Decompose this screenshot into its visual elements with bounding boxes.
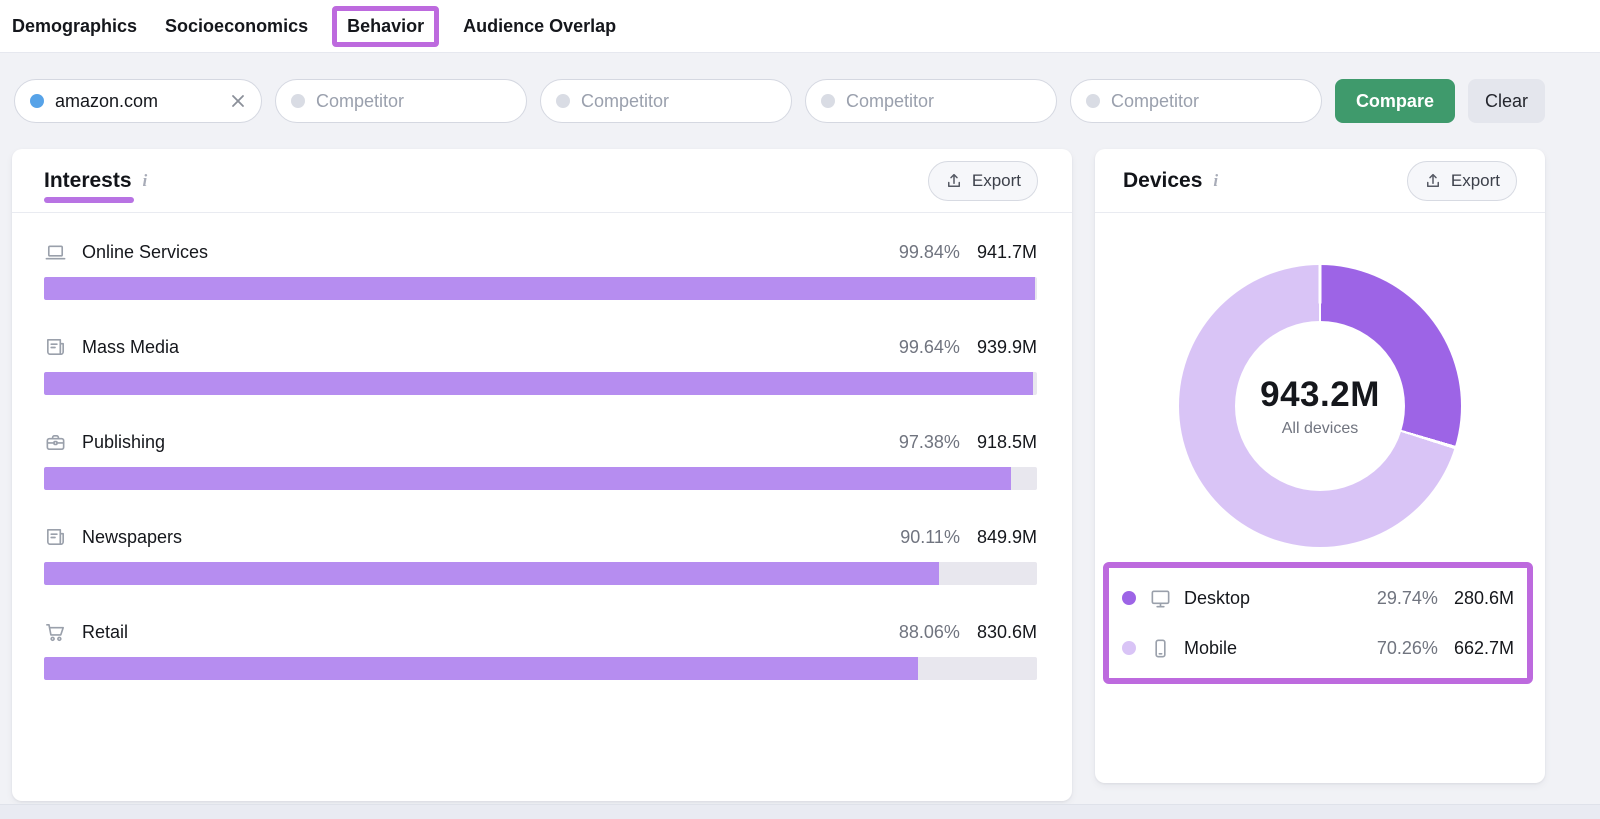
legend-percent: 70.26%: [1377, 638, 1438, 659]
devices-legend-annotation-box: Desktop 29.74% 280.6M Mobile 70.26% 662.…: [1103, 562, 1533, 684]
devices-card: Devices i Export 943.2M All devices Desk…: [1095, 149, 1545, 783]
tab-demographics[interactable]: Demographics: [12, 16, 137, 37]
interest-percent: 97.38%: [899, 432, 960, 453]
desktop-icon: [1149, 587, 1172, 610]
competitor-field[interactable]: [1111, 91, 1306, 112]
devices-total: 943.2M: [1260, 375, 1380, 415]
interest-percent: 99.64%: [899, 337, 960, 358]
competitor-field[interactable]: [316, 91, 511, 112]
interest-label: Retail: [82, 622, 899, 643]
competitor-dot: [1086, 94, 1100, 108]
interest-bar-track: [44, 562, 1037, 585]
legend-row-desktop[interactable]: Desktop 29.74% 280.6M: [1122, 573, 1514, 623]
export-icon: [945, 172, 963, 190]
competitor-dot: [291, 94, 305, 108]
clear-button[interactable]: Clear: [1468, 79, 1545, 123]
filter-bar: amazon.com Compare Clear: [0, 53, 1600, 123]
remove-domain-icon[interactable]: [230, 93, 246, 109]
interest-percent: 88.06%: [899, 622, 960, 643]
cart-icon: [44, 621, 67, 644]
legend-value: 280.6M: [1454, 588, 1514, 609]
info-icon[interactable]: i: [143, 171, 148, 191]
page-bottom-strip: [0, 804, 1600, 819]
interest-row[interactable]: Mass Media 99.64% 939.9M: [44, 336, 1037, 395]
newspaper-icon: [44, 336, 67, 359]
export-button[interactable]: Export: [928, 161, 1038, 201]
competitor-dot: [556, 94, 570, 108]
legend-label: Desktop: [1184, 588, 1377, 609]
laptop-icon: [44, 241, 67, 264]
interest-bar-fill: [44, 467, 1011, 490]
interest-bar-fill: [44, 277, 1035, 300]
interest-bar-track: [44, 277, 1037, 300]
annotation-underline: [44, 197, 134, 203]
legend-label: Mobile: [1184, 638, 1377, 659]
interests-title: Interests: [44, 169, 132, 192]
competitor-dot: [821, 94, 835, 108]
compare-button[interactable]: Compare: [1335, 79, 1455, 123]
interest-row[interactable]: Newspapers 90.11% 849.9M: [44, 526, 1037, 585]
devices-header: Devices i Export: [1095, 149, 1545, 213]
devices-title: Devices: [1123, 169, 1202, 193]
interest-label: Newspapers: [82, 527, 900, 548]
interest-row[interactable]: Publishing 97.38% 918.5M: [44, 431, 1037, 490]
donut-center: 943.2M All devices: [1235, 321, 1405, 491]
interest-bar-track: [44, 657, 1037, 680]
main-content: Interests i Export Online Services 99.84…: [0, 123, 1600, 801]
mobile-icon: [1149, 637, 1172, 660]
legend-row-mobile[interactable]: Mobile 70.26% 662.7M: [1122, 623, 1514, 673]
interests-list: Online Services 99.84% 941.7M Mass Media…: [12, 213, 1072, 680]
interest-percent: 90.11%: [900, 527, 960, 548]
interest-value: 918.5M: [977, 432, 1037, 453]
top-nav: Demographics Socioeconomics Behavior Aud…: [0, 0, 1600, 53]
competitor-input-4[interactable]: [1070, 79, 1322, 123]
briefcase-icon: [44, 431, 67, 454]
main-domain-chip[interactable]: amazon.com: [14, 79, 262, 123]
interest-row[interactable]: Retail 88.06% 830.6M: [44, 621, 1037, 680]
competitor-input-3[interactable]: [805, 79, 1057, 123]
tab-behavior[interactable]: Behavior: [332, 6, 439, 47]
interest-row[interactable]: Online Services 99.84% 941.7M: [44, 241, 1037, 300]
legend-value: 662.7M: [1454, 638, 1514, 659]
export-icon: [1424, 172, 1442, 190]
interest-bar-fill: [44, 372, 1033, 395]
export-button[interactable]: Export: [1407, 161, 1517, 201]
interest-value: 849.9M: [977, 527, 1037, 548]
domain-color-dot: [30, 94, 44, 108]
interest-bar-fill: [44, 657, 918, 680]
interest-bar-fill: [44, 562, 939, 585]
main-domain-label: amazon.com: [55, 91, 219, 112]
interests-header: Interests i Export: [12, 149, 1072, 213]
interest-label: Mass Media: [82, 337, 899, 358]
newspaper-icon: [44, 526, 67, 549]
tab-socioeconomics[interactable]: Socioeconomics: [165, 16, 308, 37]
legend-percent: 29.74%: [1377, 588, 1438, 609]
interest-label: Publishing: [82, 432, 899, 453]
interest-bar-track: [44, 372, 1037, 395]
tab-audience-overlap[interactable]: Audience Overlap: [463, 16, 616, 37]
interests-card: Interests i Export Online Services 99.84…: [12, 149, 1072, 801]
info-icon[interactable]: i: [1213, 171, 1218, 191]
competitor-input-2[interactable]: [540, 79, 792, 123]
competitor-field[interactable]: [581, 91, 776, 112]
interest-label: Online Services: [82, 242, 899, 263]
interest-value: 939.9M: [977, 337, 1037, 358]
desktop-color-dot: [1122, 591, 1136, 605]
interest-value: 830.6M: [977, 622, 1037, 643]
devices-total-label: All devices: [1282, 420, 1358, 438]
competitor-input-1[interactable]: [275, 79, 527, 123]
interest-bar-track: [44, 467, 1037, 490]
interest-value: 941.7M: [977, 242, 1037, 263]
devices-donut-chart[interactable]: 943.2M All devices: [1179, 265, 1461, 547]
interest-percent: 99.84%: [899, 242, 960, 263]
mobile-color-dot: [1122, 641, 1136, 655]
competitor-field[interactable]: [846, 91, 1041, 112]
